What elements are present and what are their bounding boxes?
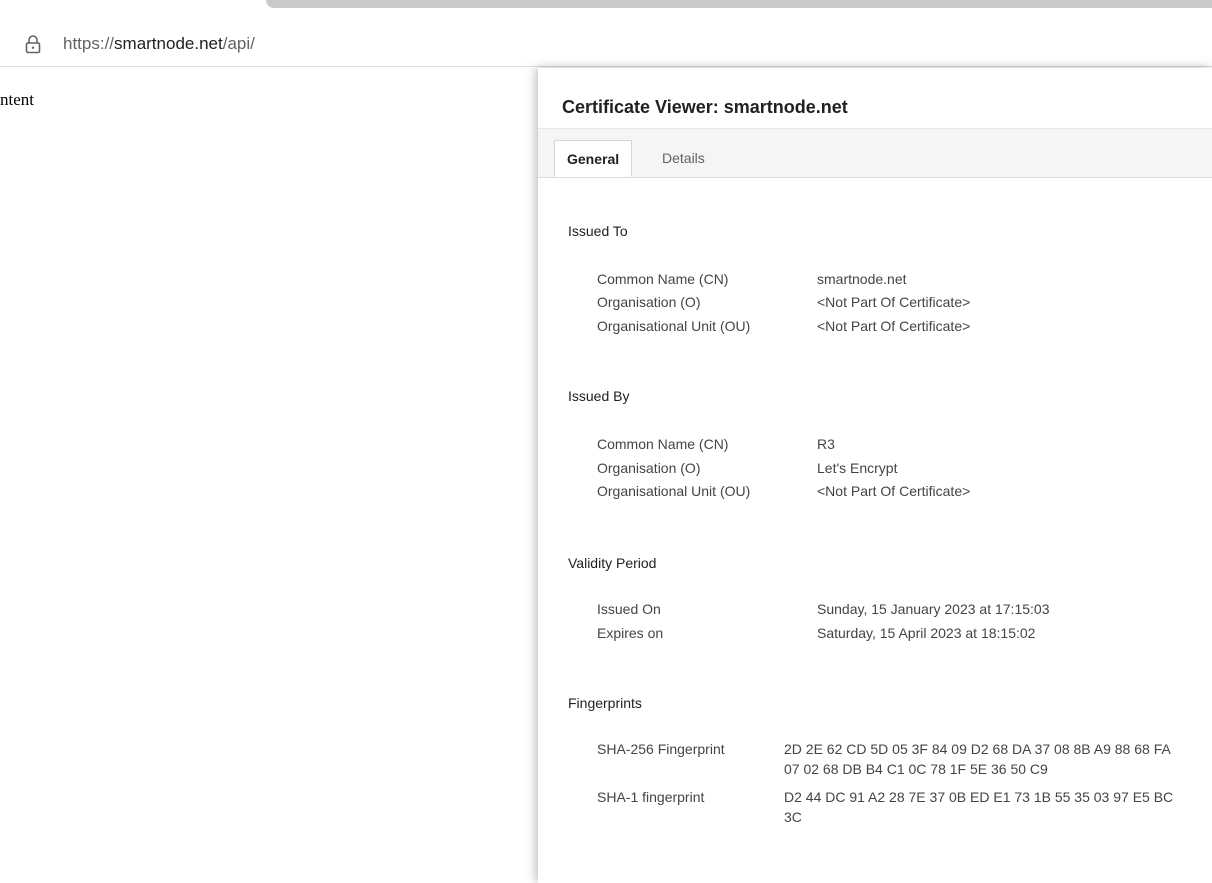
validity-heading: Validity Period [568,555,657,571]
url-host: smartnode.net [114,34,223,53]
sha256-value: 2D 2E 62 CD 5D 05 3F 84 09 D2 68 DA 37 0… [784,741,1171,777]
issued-to-cn-value: smartnode.net [817,271,907,287]
expires-on-value: Saturday, 15 April 2023 at 18:15:02 [817,625,1036,641]
issued-to-cn-label: Common Name (CN) [597,271,729,287]
url-text[interactable]: https://smartnode.net/api/ [63,34,255,54]
page-text-fragment: ntent [0,90,34,109]
issued-by-o-value: Let's Encrypt [817,460,898,476]
sha256-label: SHA-256 Fingerprint [597,741,725,757]
url-scheme: https:// [63,34,115,53]
browser-tab-strip [0,0,1212,22]
tab-details[interactable]: Details [650,140,717,177]
browser-tab-edge[interactable] [266,0,1212,8]
fingerprints-heading: Fingerprints [568,695,642,711]
issued-to-o-label: Organisation (O) [597,294,701,310]
address-bar[interactable]: https://smartnode.net/api/ [0,22,1212,67]
issued-on-value: Sunday, 15 January 2023 at 17:15:03 [817,601,1050,617]
issued-to-o-value: <Not Part Of Certificate> [817,294,971,310]
issued-to-ou-value: <Not Part Of Certificate> [817,318,971,334]
issued-by-ou-value: <Not Part Of Certificate> [817,483,971,499]
issued-by-heading: Issued By [568,388,630,404]
issued-to-ou-label: Organisational Unit (OU) [597,318,751,334]
url-path: /api/ [222,34,255,53]
sha1-value: D2 44 DC 91 A2 28 7E 37 0B ED E1 73 1B 5… [784,789,1174,825]
certificate-viewer-dialog: Certificate Viewer: smartnode.net Genera… [538,68,1212,883]
dialog-title: Certificate Viewer: smartnode.net [562,97,848,117]
issued-by-cn-label: Common Name (CN) [597,436,729,452]
lock-icon[interactable] [24,34,42,54]
issued-by-ou-label: Organisational Unit (OU) [597,483,751,499]
issued-to-heading: Issued To [568,223,628,239]
issued-by-o-label: Organisation (O) [597,460,701,476]
issued-on-label: Issued On [597,601,661,617]
sha1-label: SHA-1 fingerprint [597,789,705,805]
dialog-tabs: General Details [538,128,1212,178]
tab-general[interactable]: General [554,140,633,177]
expires-on-label: Expires on [597,625,664,641]
issued-by-cn-value: R3 [817,436,835,452]
